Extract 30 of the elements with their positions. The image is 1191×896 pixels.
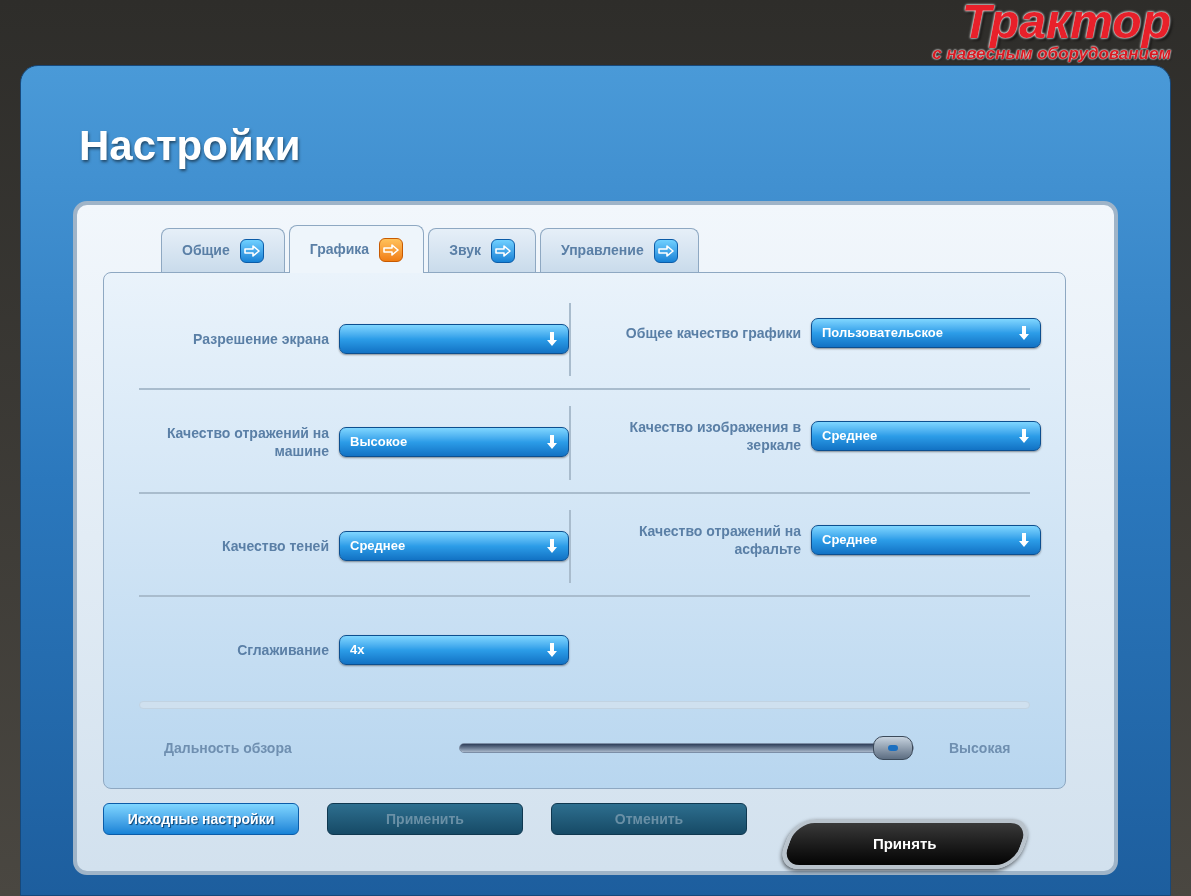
down-arrow-icon: [546, 537, 558, 554]
page-title: Настройки: [79, 121, 302, 171]
slider-label: Дальность обзора: [164, 738, 293, 758]
dropdown[interactable]: Среднее: [811, 421, 1041, 452]
setting-label: Качество отражений на машине: [165, 424, 329, 461]
setting-label: Качество отражений на асфальте: [637, 521, 801, 558]
dropdown[interactable]: Высокое: [339, 427, 569, 458]
setting-label: Разрешение экрана: [192, 329, 329, 348]
dropdown[interactable]: Среднее: [339, 530, 569, 561]
down-arrow-icon: [1018, 324, 1030, 341]
down-arrow-icon: [546, 434, 558, 451]
tab[interactable]: Звук: [428, 228, 536, 272]
dropdown[interactable]: Среднее: [811, 524, 1041, 555]
down-arrow-icon: [1018, 531, 1030, 548]
down-arrow-icon: [1018, 428, 1030, 445]
dropdown[interactable]: [339, 323, 569, 354]
down-arrow-icon: [546, 330, 558, 347]
setting-label: Качество изображения в зеркале: [628, 418, 801, 455]
setting-label: Сглаживание: [236, 640, 329, 659]
setting-label: Общее качество графики: [624, 323, 801, 342]
slider-value: Высокая: [949, 738, 1011, 758]
setting-label: Качество теней: [221, 536, 329, 555]
tab[interactable]: Общие: [161, 228, 285, 272]
down-arrow-icon: [546, 641, 558, 658]
action-button[interactable]: Исходные настройки: [103, 803, 299, 835]
slider-thumb[interactable]: [873, 736, 913, 761]
tab[interactable]: Управление: [539, 228, 699, 272]
dropdown[interactable]: 4x: [339, 634, 569, 665]
dropdown[interactable]: Пользовательское: [811, 317, 1041, 348]
tab[interactable]: Графика: [288, 225, 425, 273]
